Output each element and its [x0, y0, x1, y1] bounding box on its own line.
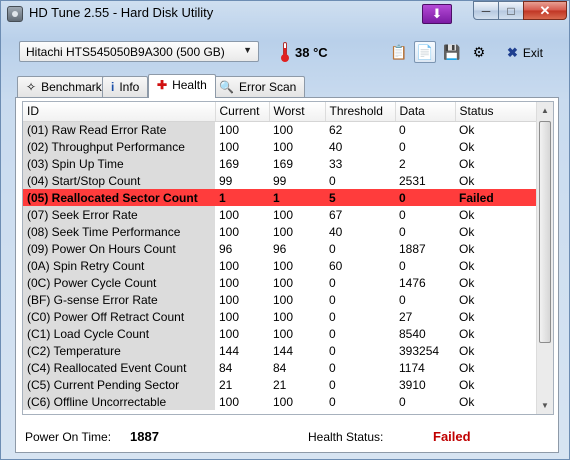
table-row[interactable]: (C0) Power Off Retract Count 100 100 0 27 Ok — [23, 308, 537, 325]
scrollbar-thumb[interactable] — [539, 121, 551, 343]
tab-health[interactable]: ✚ Health — [148, 74, 216, 98]
table-header-row: ID Current Worst Threshold Data Status — [23, 102, 538, 122]
table-row[interactable]: (09) Power On Hours Count 96 96 0 1887 Ok — [23, 240, 537, 257]
power-on-time-value: 1887 — [130, 429, 159, 444]
scroll-up-arrow-icon[interactable]: ▲ — [537, 102, 553, 119]
speedometer-icon: ✧ — [26, 80, 37, 94]
exit-label: Exit — [522, 46, 543, 60]
tab-benchmark[interactable]: ✧ Benchmark — [17, 76, 111, 97]
health-panel: ID Current Worst Threshold Data Status (… — [15, 97, 559, 453]
copy-screenshot-icon[interactable]: 📄 — [414, 41, 436, 63]
column-header-data[interactable]: Data — [395, 102, 456, 122]
column-header-worst[interactable]: Worst — [269, 102, 326, 122]
health-status-value: Failed — [433, 429, 471, 444]
table-row[interactable]: (01) Raw Read Error Rate 100 100 62 0 Ok — [23, 121, 537, 138]
table-row[interactable]: (C5) Current Pending Sector 21 21 0 3910 Ok — [23, 376, 537, 393]
drive-select[interactable]: Hitachi HTS545050B9A300 (500 GB) ▼ — [19, 41, 259, 62]
info-icon: i — [111, 80, 115, 94]
table-row[interactable]: (C1) Load Cycle Count 100 100 0 8540 Ok — [23, 325, 537, 342]
tab-error-scan[interactable]: 🔍 Error Scan — [210, 76, 306, 97]
drive-select-value: Hitachi HTS545050B9A300 (500 GB) — [26, 45, 225, 59]
scroll-down-arrow-icon[interactable]: ▼ — [537, 397, 553, 414]
column-header-threshold[interactable]: Threshold — [325, 102, 396, 122]
table-row[interactable]: (BF) G-sense Error Rate 100 100 0 0 Ok — [23, 291, 537, 308]
tab-info[interactable]: i Info — [102, 76, 149, 97]
save-icon[interactable]: 💾 — [441, 41, 463, 63]
hard-disk-icon — [7, 6, 23, 22]
window-title: HD Tune 2.55 - Hard Disk Utility — [29, 5, 214, 20]
download-arrow-icon[interactable]: ⬇ — [422, 4, 452, 24]
minimize-button[interactable]: ─ — [473, 1, 499, 20]
title-bar: HD Tune 2.55 - Hard Disk Utility ⬇ ─ □ ✕ — [1, 1, 569, 31]
table-row[interactable]: (C4) Reallocated Event Count 84 84 0 1174 Ok — [23, 359, 537, 376]
health-status-label: Health Status: — [308, 430, 384, 444]
copy-icon[interactable]: 📋 — [388, 41, 410, 63]
close-icon: ✖ — [507, 45, 518, 60]
thermometer-icon — [281, 42, 289, 62]
table-row[interactable]: (02) Throughput Performance 100 100 40 0 Ok — [23, 138, 537, 155]
table-row[interactable]: (03) Spin Up Time 169 169 33 2 Ok — [23, 155, 537, 172]
red-cross-icon: ✚ — [157, 78, 168, 92]
chevron-down-icon: ▼ — [243, 45, 252, 55]
temperature-readout: 38 °C — [295, 45, 328, 60]
magnifier-icon: 🔍 — [219, 80, 234, 94]
settings-icon[interactable]: ⚙ — [468, 41, 490, 63]
app-window: HD Tune 2.55 - Hard Disk Utility ⬇ ─ □ ✕… — [0, 0, 570, 460]
exit-button[interactable]: ✖ Exit — [507, 45, 543, 61]
table-row[interactable]: (04) Start/Stop Count 99 99 0 2531 Ok — [23, 172, 537, 189]
table-row[interactable]: (C6) Offline Uncorrectable 100 100 0 0 Ok — [23, 393, 537, 410]
table-row[interactable]: (0A) Spin Retry Count 100 100 60 0 Ok — [23, 257, 537, 274]
table-row[interactable]: (08) Seek Time Performance 100 100 40 0 Ok — [23, 223, 537, 240]
table-row[interactable]: (07) Seek Error Rate 100 100 67 0 Ok — [23, 206, 537, 223]
maximize-button[interactable]: □ — [498, 1, 524, 20]
column-header-status[interactable]: Status — [455, 102, 538, 122]
smart-table-frame: ID Current Worst Threshold Data Status (… — [22, 101, 554, 415]
power-on-time-label: Power On Time: — [25, 430, 112, 444]
close-button[interactable]: ✕ — [523, 1, 567, 20]
column-header-current[interactable]: Current — [215, 102, 270, 122]
table-row[interactable]: (0C) Power Cycle Count 100 100 0 1476 Ok — [23, 274, 537, 291]
vertical-scrollbar[interactable]: ▲ ▼ — [536, 102, 553, 414]
table-row[interactable]: (C2) Temperature 144 144 0 393254 Ok — [23, 342, 537, 359]
column-header-id[interactable]: ID — [23, 102, 216, 122]
smart-attributes-table: ID Current Worst Threshold Data Status (… — [23, 102, 538, 410]
table-row-failed[interactable]: (05) Reallocated Sector Count 1 1 5 0 Failed — [23, 189, 537, 206]
